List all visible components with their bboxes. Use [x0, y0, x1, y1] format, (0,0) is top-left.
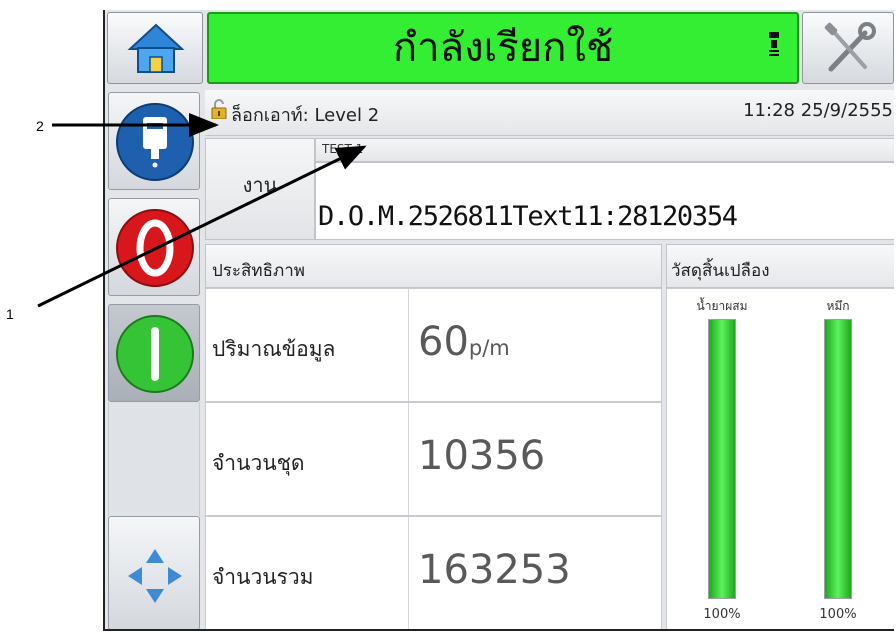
start-button[interactable] [108, 304, 200, 402]
job-message-text: D.O.M.2526811Text11:28120354 [318, 201, 738, 232]
performance-row-label: จำนวนชุด [212, 451, 305, 475]
makeup-level-gauge [708, 319, 736, 599]
performance-header: ประสิทธิภาพ [205, 244, 662, 288]
stop-button[interactable] [108, 198, 200, 296]
job-name: TEST 1 [322, 142, 364, 156]
tools-button[interactable] [802, 12, 894, 84]
performance-row: จำนวนชุด 10356 [205, 402, 662, 516]
job-label: งาน [242, 173, 278, 197]
consumables-panel[interactable]: น้ำยาผสม 100% หมึก 100% [666, 288, 894, 629]
tools-icon [824, 22, 876, 72]
performance-title: ประสิทธิภาพ [212, 261, 305, 281]
value-number: 60 [418, 319, 469, 365]
printhead-button[interactable] [108, 92, 200, 190]
navigate-arrows-icon [128, 549, 182, 603]
performance-row: ปริมาณข้อมูล 60p/m [205, 288, 662, 402]
callout-number-2: 2 [36, 118, 44, 134]
job-label-box[interactable]: งาน [205, 138, 315, 240]
ink-level-gauge [824, 319, 852, 599]
gauge-label: หมึก [826, 299, 850, 313]
stop-icon [116, 209, 194, 287]
ink-status-icon [769, 32, 779, 56]
start-icon [116, 315, 194, 393]
sidebar-blank [108, 402, 200, 516]
job-name-bar[interactable]: TEST 1 [315, 138, 894, 162]
row-divider [408, 403, 409, 515]
row-divider [408, 289, 409, 401]
performance-row-value: 10356 [418, 433, 546, 479]
performance-row-value: 163253 [418, 547, 571, 593]
consumables-title: วัสดุสิ้นเปลือง [671, 261, 770, 281]
performance-row: จำนวนรวม 163253 [205, 516, 662, 629]
printhead-icon [116, 103, 194, 181]
info-row: ล็อกเอาท์: Level 2 11:28 25/9/2555 [205, 90, 894, 136]
login-status[interactable]: ล็อกเอาท์: Level 2 [231, 100, 379, 129]
printer-screen: กำลังเรียกใช้ ล็อกเอาท์: Level 2 11:28 2… [103, 10, 894, 631]
gauge-fill [709, 320, 735, 598]
clock: 11:28 25/9/2555 [743, 100, 893, 121]
home-icon [127, 23, 185, 73]
status-text: กำลังเรียกใช้ [392, 25, 614, 71]
gauge-percent: 100% [703, 607, 741, 622]
job-message-preview[interactable]: D.O.M.2526811Text11:28120354 [315, 162, 894, 240]
home-button[interactable] [107, 12, 203, 84]
gauge-label: น้ำยาผสม [696, 299, 748, 313]
gauge-fill [825, 320, 851, 598]
performance-row-label: จำนวนรวม [212, 565, 314, 589]
status-bar[interactable]: กำลังเรียกใช้ [207, 12, 799, 84]
value-unit: p/m [468, 336, 510, 360]
callout-number-1: 1 [6, 306, 14, 322]
lock-icon[interactable] [211, 99, 227, 123]
performance-row-value: 60p/m [418, 319, 510, 365]
gauge-percent: 100% [819, 607, 857, 622]
consumables-header: วัสดุสิ้นเปลือง [666, 244, 894, 288]
navigate-button[interactable] [108, 516, 200, 629]
row-divider [408, 517, 409, 629]
performance-row-label: ปริมาณข้อมูล [212, 337, 336, 361]
